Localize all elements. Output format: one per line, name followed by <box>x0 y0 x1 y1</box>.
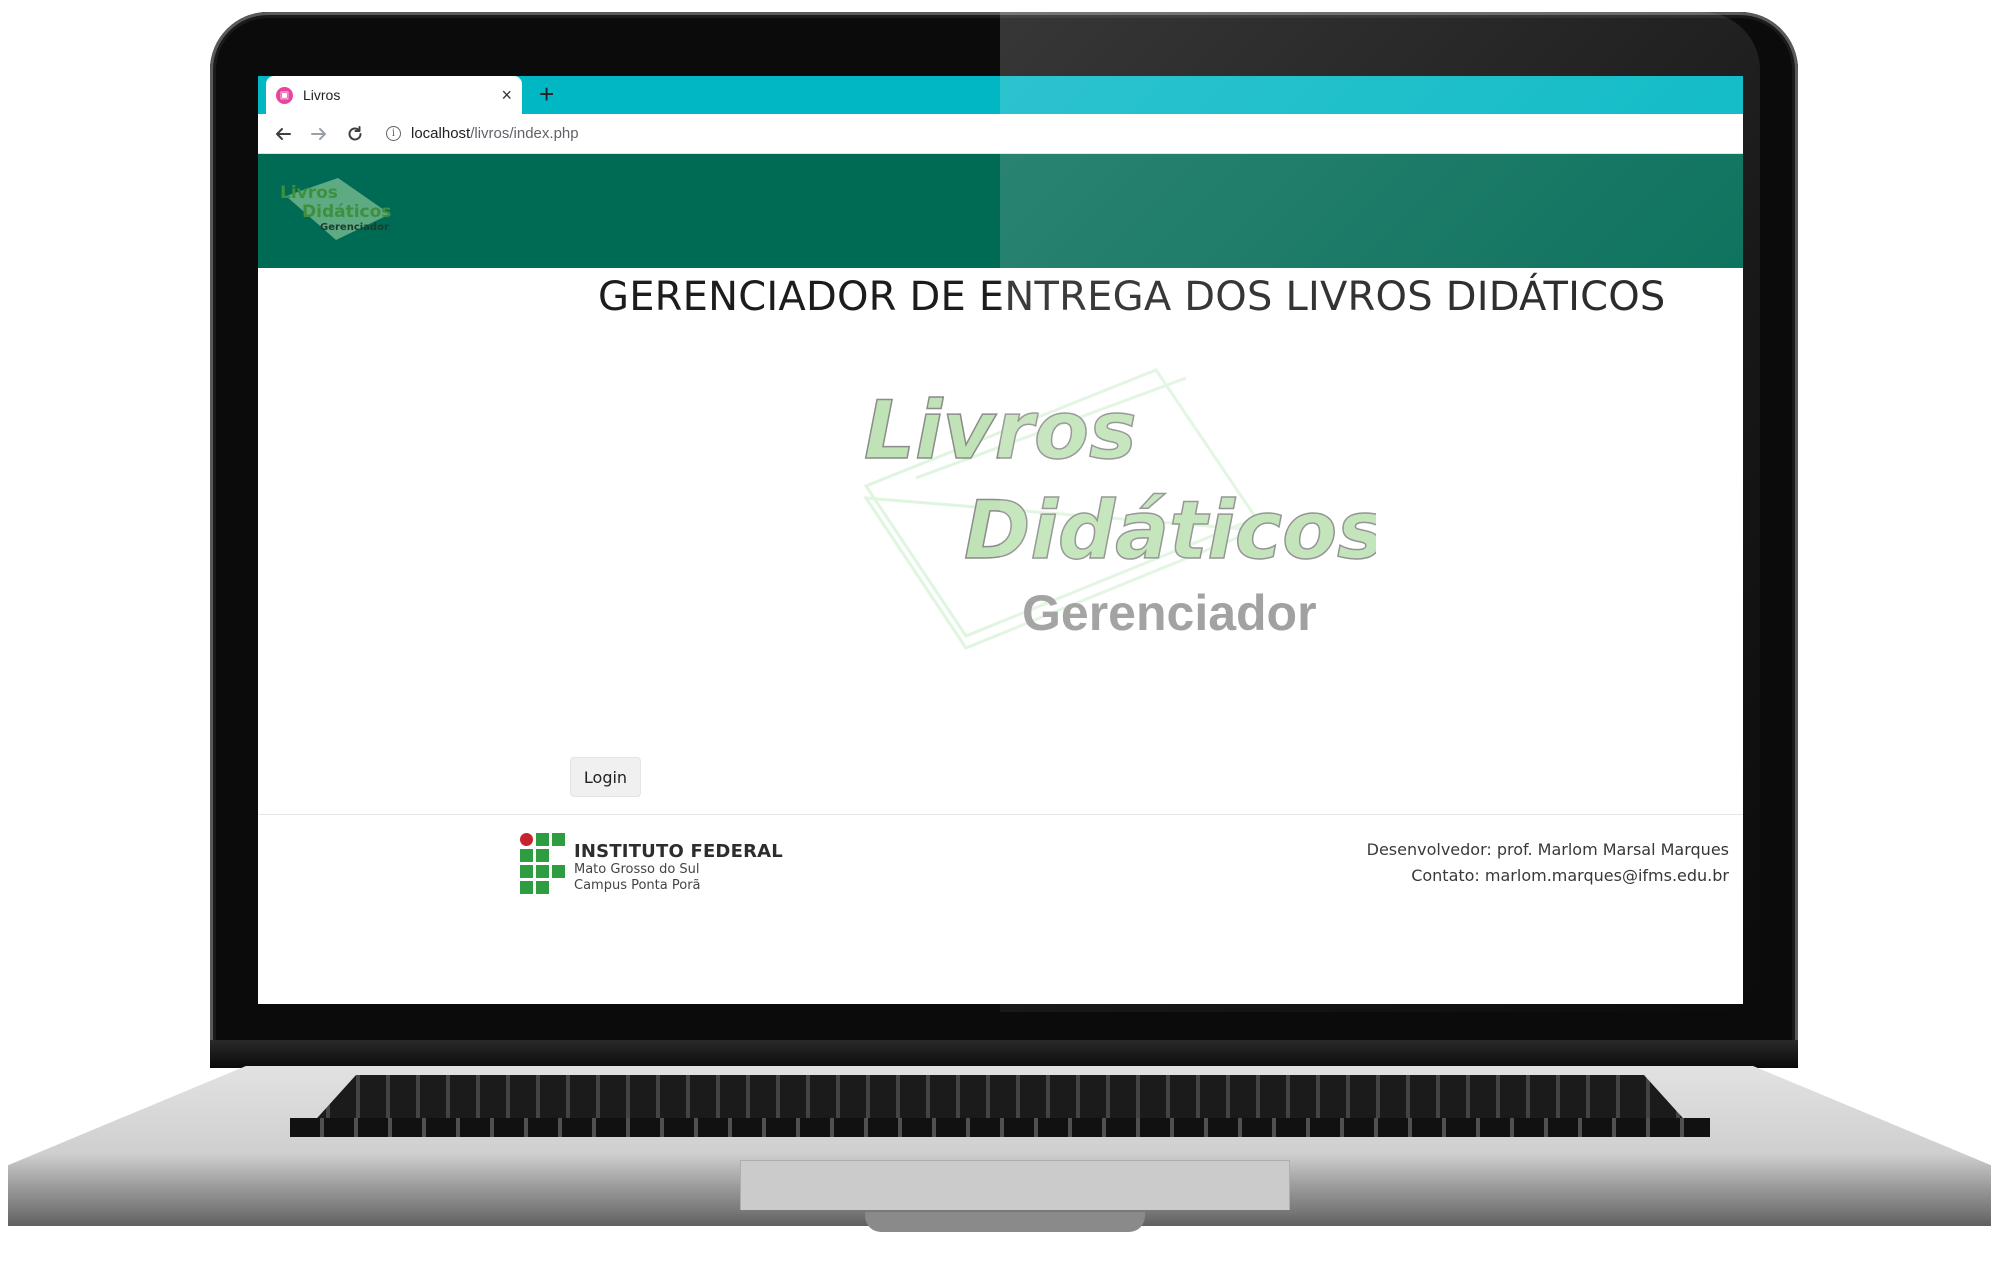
site-header: Livros Didáticos Gerenciador <box>258 154 1743 268</box>
page-title: GERENCIADOR DE ENTREGA DOS LIVROS DIDÁTI… <box>598 274 1666 320</box>
laptop-keyboard-row <box>290 1118 1710 1137</box>
footer: INSTITUTO FEDERAL Mato Grosso do Sul Cam… <box>258 814 1743 1004</box>
address-bar[interactable]: i localhost/livros/index.php <box>386 125 579 142</box>
screen: ▣ Livros × + i localhost/livros/index.ph… <box>258 76 1743 1004</box>
brand-line1: Livros <box>280 183 338 203</box>
laptop-trackpad <box>740 1160 1290 1210</box>
tab-title: Livros <box>303 87 341 103</box>
developer-credit: Desenvolvedor: prof. Marlom Marsal Marqu… <box>1366 840 1729 859</box>
close-tab-icon[interactable]: × <box>501 85 512 106</box>
url-host: localhost <box>411 125 471 142</box>
institute-emblem-icon <box>520 833 565 894</box>
brand-line3: Gerenciador <box>320 222 389 233</box>
new-tab-icon[interactable]: + <box>539 81 554 107</box>
laptop-hinge <box>210 1040 1798 1068</box>
hero-line3: Gerenciador <box>1022 585 1317 641</box>
hero-line1: Livros <box>864 384 1137 477</box>
login-button[interactable]: Login <box>570 757 641 797</box>
laptop-frame: ▣ Livros × + i localhost/livros/index.ph… <box>0 0 1999 1266</box>
institute-state: Mato Grosso do Sul <box>574 862 700 877</box>
brand-logo[interactable]: Livros Didáticos Gerenciador <box>278 174 394 244</box>
forward-arrow-icon[interactable] <box>306 121 332 147</box>
browser-tab-strip: ▣ Livros × + <box>258 76 1743 114</box>
url-text: localhost/livros/index.php <box>411 125 579 142</box>
laptop-notch <box>865 1212 1145 1232</box>
url-path: /livros/index.php <box>470 125 579 142</box>
back-arrow-icon[interactable] <box>270 121 296 147</box>
hero-logo: Livros Didáticos Gerenciador <box>863 368 1376 650</box>
institute-logo: INSTITUTO FEDERAL Mato Grosso do Sul Cam… <box>520 833 783 894</box>
footer-credits: Desenvolvedor: prof. Marlom Marsal Marqu… <box>1367 837 1729 889</box>
institute-name: INSTITUTO FEDERAL <box>574 841 783 862</box>
browser-tab[interactable]: ▣ Livros × <box>266 76 522 114</box>
hero-line2: Didáticos <box>964 484 1376 577</box>
institute-campus: Campus Ponta Porã <box>574 878 701 893</box>
favicon-icon: ▣ <box>276 86 293 104</box>
reload-icon[interactable] <box>342 121 368 147</box>
contact-email: Contato: marlom.marques@ifms.edu.br <box>1411 866 1729 885</box>
brand-line2: Didáticos <box>302 202 391 222</box>
info-icon[interactable]: i <box>386 126 401 141</box>
browser-toolbar: i localhost/livros/index.php <box>258 114 1743 154</box>
